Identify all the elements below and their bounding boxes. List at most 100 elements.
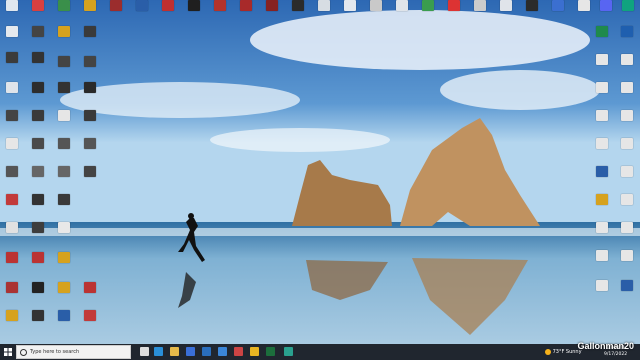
- desktop-icon[interactable]: [615, 250, 639, 270]
- desktop-icon[interactable]: [52, 252, 76, 272]
- desktop-icon[interactable]: [26, 194, 50, 214]
- desktop-icon[interactable]: [0, 222, 24, 242]
- desktop-icon[interactable]: [78, 110, 102, 130]
- desktop-icon[interactable]: [78, 56, 102, 76]
- desktop-icon[interactable]: [52, 0, 76, 20]
- desktop-icon[interactable]: [590, 54, 614, 74]
- desktop-icon[interactable]: [26, 282, 50, 302]
- desktop-icon[interactable]: [616, 0, 640, 20]
- desktop-icon[interactable]: [26, 222, 50, 242]
- desktop-icon[interactable]: [590, 166, 614, 186]
- desktop-icon[interactable]: [615, 26, 639, 46]
- desktop-icon[interactable]: [615, 138, 639, 158]
- desktop-icon[interactable]: [0, 0, 24, 20]
- desktop-icon[interactable]: [26, 82, 50, 102]
- desktop-icon[interactable]: [590, 194, 614, 214]
- file-explorer-icon[interactable]: [170, 347, 179, 356]
- desktop-icon[interactable]: [52, 166, 76, 186]
- desktop-icon[interactable]: [615, 82, 639, 102]
- desktop-icon[interactable]: [52, 194, 76, 214]
- taskbar-search-box[interactable]: Type here to search: [16, 345, 131, 359]
- desktop-icon[interactable]: [26, 110, 50, 130]
- desktop-icon[interactable]: [615, 222, 639, 242]
- desktop-icon[interactable]: [156, 0, 180, 20]
- desktop-icon[interactable]: [590, 250, 614, 270]
- desktop-icon[interactable]: [590, 82, 614, 102]
- desktop-icon[interactable]: [78, 310, 102, 330]
- desktop-icon[interactable]: [590, 26, 614, 46]
- desktop-icon[interactable]: [615, 166, 639, 186]
- desktop-icon[interactable]: [52, 26, 76, 46]
- desktop-icon[interactable]: [52, 222, 76, 242]
- desktop-icon[interactable]: [26, 26, 50, 46]
- desktop-icon[interactable]: [26, 52, 50, 72]
- desktop-icon[interactable]: [494, 0, 518, 20]
- desktop-icon[interactable]: [468, 0, 492, 20]
- desktop-icon[interactable]: [0, 252, 24, 272]
- desktop-icon[interactable]: [0, 26, 24, 46]
- desktop-icon[interactable]: [26, 0, 50, 20]
- desktop-icon[interactable]: [52, 82, 76, 102]
- desktop-icon[interactable]: [615, 54, 639, 74]
- desktop-icon[interactable]: [52, 310, 76, 330]
- desktop-icon[interactable]: [26, 166, 50, 186]
- desktop-icon[interactable]: [615, 110, 639, 130]
- desktop-icon[interactable]: [182, 0, 206, 20]
- desktop-icon[interactable]: [78, 282, 102, 302]
- desktop-icon[interactable]: [390, 0, 414, 20]
- edge-icon[interactable]: [154, 347, 163, 356]
- desktop-icon[interactable]: [364, 0, 388, 20]
- desktop-icon[interactable]: [52, 282, 76, 302]
- desktop-icon[interactable]: [130, 0, 154, 20]
- desktop-icon[interactable]: [590, 280, 614, 300]
- photos-icon[interactable]: [218, 347, 227, 356]
- desktop-icon[interactable]: [442, 0, 466, 20]
- desktop-icon[interactable]: [78, 82, 102, 102]
- chrome-icon[interactable]: [250, 347, 259, 356]
- desktop-icon[interactable]: [594, 0, 618, 20]
- desktop-icon[interactable]: [0, 82, 24, 102]
- terminal-icon[interactable]: [266, 347, 275, 356]
- desktop-icon[interactable]: [52, 110, 76, 130]
- desktop-icon[interactable]: [520, 0, 544, 20]
- desktop-icon[interactable]: [590, 138, 614, 158]
- desktop-icon[interactable]: [615, 194, 639, 214]
- desktop-icon[interactable]: [286, 0, 310, 20]
- desktop-icon[interactable]: [590, 222, 614, 242]
- desktop-icon[interactable]: [0, 52, 24, 72]
- desktop-icon[interactable]: [78, 138, 102, 158]
- desktop-icon[interactable]: [78, 0, 102, 20]
- channel-watermark: Gallonman20: [577, 341, 634, 351]
- desktop-icon[interactable]: [0, 310, 24, 330]
- store-icon[interactable]: [186, 347, 195, 356]
- desktop-icon[interactable]: [312, 0, 336, 20]
- start-button[interactable]: [0, 344, 16, 360]
- sun-icon: [545, 348, 551, 355]
- desktop-icon[interactable]: [338, 0, 362, 20]
- desktop-icon[interactable]: [0, 166, 24, 186]
- desktop-icon[interactable]: [26, 138, 50, 158]
- desktop-icon[interactable]: [52, 56, 76, 76]
- desktop-icon[interactable]: [78, 26, 102, 46]
- desktop-icon[interactable]: [260, 0, 284, 20]
- settings-icon[interactable]: [284, 347, 293, 356]
- mail-icon[interactable]: [202, 347, 211, 356]
- desktop-icon[interactable]: [0, 110, 24, 130]
- desktop-icon[interactable]: [208, 0, 232, 20]
- desktop-icon[interactable]: [572, 0, 596, 20]
- desktop-icon[interactable]: [104, 0, 128, 20]
- taskview-icon[interactable]: [140, 347, 149, 356]
- desktop-icon[interactable]: [234, 0, 258, 20]
- desktop-icon[interactable]: [52, 138, 76, 158]
- desktop-icon[interactable]: [26, 252, 50, 272]
- desktop-icon[interactable]: [590, 110, 614, 130]
- desktop-icon[interactable]: [615, 280, 639, 300]
- app-icon[interactable]: [234, 347, 243, 356]
- desktop-icon[interactable]: [0, 282, 24, 302]
- desktop-icon[interactable]: [0, 194, 24, 214]
- desktop-icon[interactable]: [0, 138, 24, 158]
- desktop-icon[interactable]: [26, 310, 50, 330]
- desktop-icon[interactable]: [416, 0, 440, 20]
- desktop-icon[interactable]: [546, 0, 570, 20]
- desktop-icon[interactable]: [78, 166, 102, 186]
